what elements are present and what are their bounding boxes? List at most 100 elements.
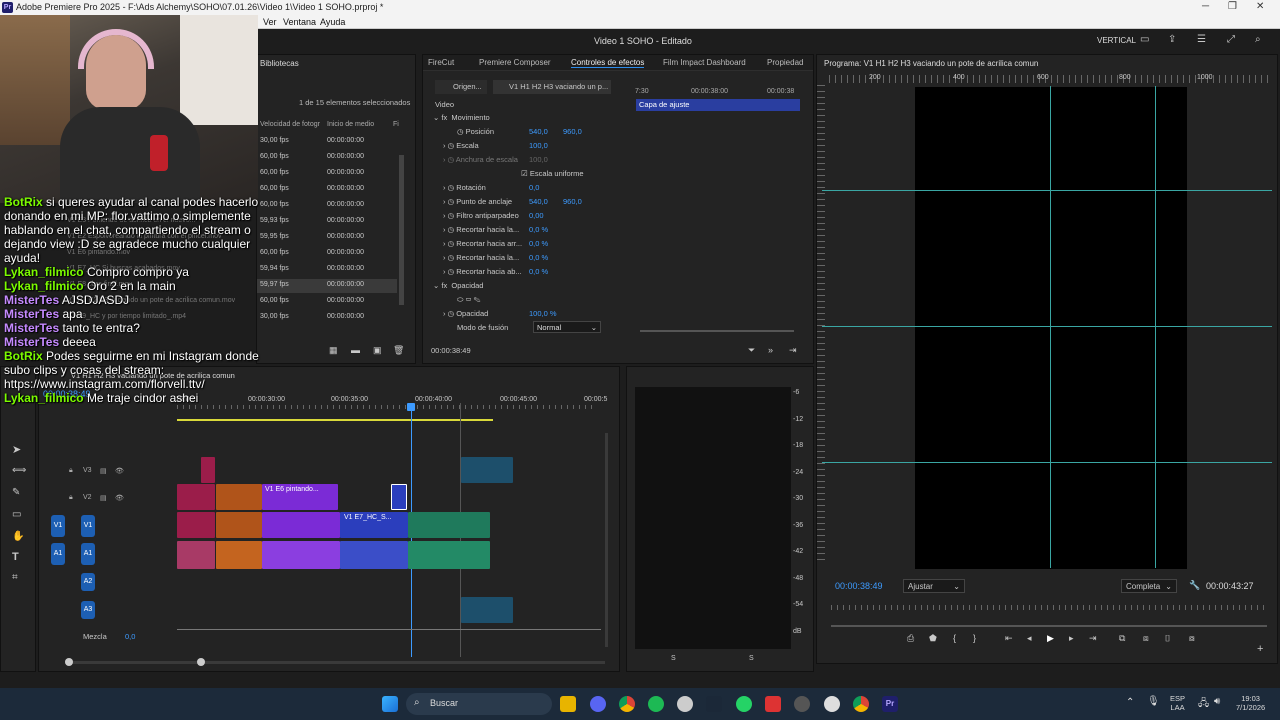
pos-x-value[interactable]: 540,0 <box>529 127 548 136</box>
pos-y-value[interactable]: 960,0 <box>563 127 582 136</box>
program-zoom-bar[interactable] <box>831 625 1267 627</box>
tab-propiedad[interactable]: Propiedad <box>767 58 803 67</box>
taskbar-search[interactable]: ⌕ Buscar <box>406 693 552 715</box>
language-indicator[interactable]: ESP LAA <box>1170 694 1185 712</box>
new-item-icon[interactable]: ▣ <box>373 345 382 356</box>
audio-clip[interactable] <box>216 541 262 569</box>
export-frame-icon[interactable]: ⇥ <box>789 345 797 356</box>
chrome-icon[interactable] <box>853 696 869 712</box>
solo-left[interactable]: S <box>671 655 676 662</box>
type-tool-icon[interactable]: T <box>12 551 19 563</box>
slip-tool-icon[interactable]: ▭ <box>12 509 21 520</box>
selection-tool-icon[interactable]: ➤ <box>12 443 21 456</box>
grid-view-icon[interactable]: ▦ <box>329 345 338 356</box>
menu-ver[interactable]: Ver <box>263 17 277 27</box>
track-a2-label[interactable]: A2 <box>81 573 95 591</box>
project-row[interactable]: 60,00 fps 00:00:00:00 <box>257 167 397 181</box>
add-button-icon[interactable]: + <box>1257 643 1263 655</box>
hscroll-handle-right[interactable] <box>197 658 205 666</box>
discord-icon[interactable] <box>590 696 606 712</box>
clip-e6[interactable]: V1 E6 pintando... <box>262 484 338 510</box>
lift-icon[interactable]: ⎙ <box>907 633 914 644</box>
sync-icon[interactable]: ▤ <box>100 494 107 502</box>
track-a3-label[interactable]: A3 <box>81 601 95 619</box>
insert-icon[interactable]: ⧉ <box>1119 633 1125 644</box>
chrome-icon[interactable] <box>619 696 635 712</box>
source-a1-toggle[interactable]: A1 <box>51 543 65 565</box>
timeline-clip[interactable] <box>216 484 262 510</box>
volume-icon[interactable]: 🔊︎ <box>1214 696 1220 707</box>
solo-right[interactable]: S <box>749 655 754 662</box>
effects-timecode[interactable]: 00:00:38:49 <box>431 346 471 355</box>
project-row[interactable]: V1 E3 Poniendo de acrílica en el nuevo..… <box>67 215 397 229</box>
tab-firecut[interactable]: FireCut <box>428 58 454 67</box>
step-back-icon[interactable]: ◂ <box>1027 633 1032 644</box>
uniforme-checkbox[interactable]: ☑ <box>521 169 530 178</box>
tab-bibliotecas[interactable]: Bibliotecas <box>260 59 299 68</box>
project-row[interactable]: V1 E6 pintando.mov 60,00 fps 00:00:00:00 <box>67 247 397 261</box>
fusion-select[interactable]: Normal ⌄ <box>533 321 601 333</box>
project-row[interactable]: 60,00 fps 00:00:00:00 <box>257 183 397 197</box>
out-point-icon[interactable]: } <box>973 633 976 643</box>
source-v1-toggle[interactable]: V1 <box>51 515 65 537</box>
fit-select[interactable]: Ajustar ⌄ <box>903 579 965 593</box>
timeline-clip[interactable] <box>408 512 490 538</box>
program-timecode[interactable]: 00:00:38:49 <box>835 581 883 591</box>
clip-tab[interactable]: V1 H1 H2 H3 vaciando un p... <box>493 80 611 94</box>
trash-icon[interactable]: 🗑 <box>393 345 404 356</box>
whatsapp-icon[interactable] <box>736 696 752 712</box>
audio-clip[interactable] <box>340 541 408 569</box>
track-a1-label[interactable]: A1 <box>81 543 95 565</box>
timeline-clip[interactable] <box>201 457 215 483</box>
origin-tab[interactable]: Origen... <box>435 80 487 94</box>
project-row[interactable]: V1 E8 obra final.mov 59,97 fps 00:00:00:00 <box>67 279 397 293</box>
program-tab[interactable]: Programa: V1 H1 H2 H3 vaciando un pote d… <box>824 59 1038 68</box>
project-row[interactable]: 60,00 fps 00:00:00:00 <box>257 151 397 165</box>
panel-icon[interactable]: ▭ <box>1140 34 1149 45</box>
escala-value[interactable]: 100,0 <box>529 141 548 150</box>
tab-controles-efectos[interactable]: Controles de efectos <box>571 58 645 68</box>
caption-tool-icon[interactable]: ⌗ <box>12 572 18 583</box>
marker-icon[interactable]: ⬟ <box>929 633 937 644</box>
anclaje-x-value[interactable]: 540,0 <box>529 197 548 206</box>
pen-mask-icon[interactable]: ✎ <box>474 295 481 304</box>
go-to-in-icon[interactable]: ⇤ <box>1005 633 1013 644</box>
effects-scrollbar[interactable] <box>640 330 794 332</box>
rect-mask-icon[interactable]: ▭ <box>466 295 474 304</box>
tab-film-impact[interactable]: Film Impact Dashboard <box>663 58 746 67</box>
menu-icon[interactable]: ☰ <box>1197 34 1206 45</box>
workspace-label[interactable]: VERTICAL <box>1097 36 1136 45</box>
menu-ayuda[interactable]: Ayuda <box>320 17 345 27</box>
play-icon[interactable]: ▶ <box>1047 633 1054 644</box>
scrollbar[interactable] <box>399 155 404 305</box>
timeline-clip[interactable] <box>216 512 262 538</box>
minimize-icon[interactable]: ─ <box>1202 1 1209 12</box>
eye-icon[interactable]: 👁︎ <box>115 467 124 475</box>
col-fps[interactable]: Velocidad de fotogr <box>260 121 320 128</box>
microphone-icon[interactable]: 🎙︎ <box>1147 696 1160 707</box>
tab-premiere-composer[interactable]: Premiere Composer <box>479 58 551 67</box>
export-icon[interactable]: ⇪ <box>1168 34 1176 45</box>
mezcla-value[interactable]: 0,0 <box>125 632 135 641</box>
lock-icon[interactable]: 🔒︎ <box>69 494 73 502</box>
obs-icon[interactable] <box>824 696 840 712</box>
ellipse-mask-icon[interactable]: ⬭ <box>457 295 466 304</box>
clip-e7[interactable]: V1 E7_HC_S... <box>340 512 408 538</box>
audio-clip[interactable] <box>461 597 513 623</box>
program-scrub-ruler[interactable] <box>831 605 1269 610</box>
project-row[interactable]: V1 E9_HC y por tiempo limitado_.mp4 30,00… <box>67 311 397 325</box>
anclaje-y-value[interactable]: 960,0 <box>563 197 582 206</box>
in-point-icon[interactable]: { <box>953 633 956 643</box>
project-row[interactable]: V1 E7_HC Si buscas acabados.mov 59,94 fps… <box>67 263 397 277</box>
timeline-vscroll[interactable] <box>605 433 608 647</box>
track-v1-label[interactable]: V1 <box>81 515 95 537</box>
search-icon[interactable]: ⌕ <box>1255 34 1261 45</box>
project-row[interactable]: V1 H1 H2 H3 vaciando un pote de acrilica… <box>67 295 397 309</box>
compare-icon[interactable]: ⧇ <box>1189 633 1195 644</box>
maximize-icon[interactable]: ❐ <box>1228 1 1237 12</box>
app-icon[interactable] <box>677 696 693 712</box>
timeline-hscroll[interactable] <box>65 661 605 664</box>
hand-tool-icon[interactable]: ✋ <box>12 531 24 542</box>
adjust-layer-clip[interactable]: Capa de ajuste <box>636 99 800 111</box>
premiere-taskbar-icon[interactable]: Pr <box>882 696 898 712</box>
